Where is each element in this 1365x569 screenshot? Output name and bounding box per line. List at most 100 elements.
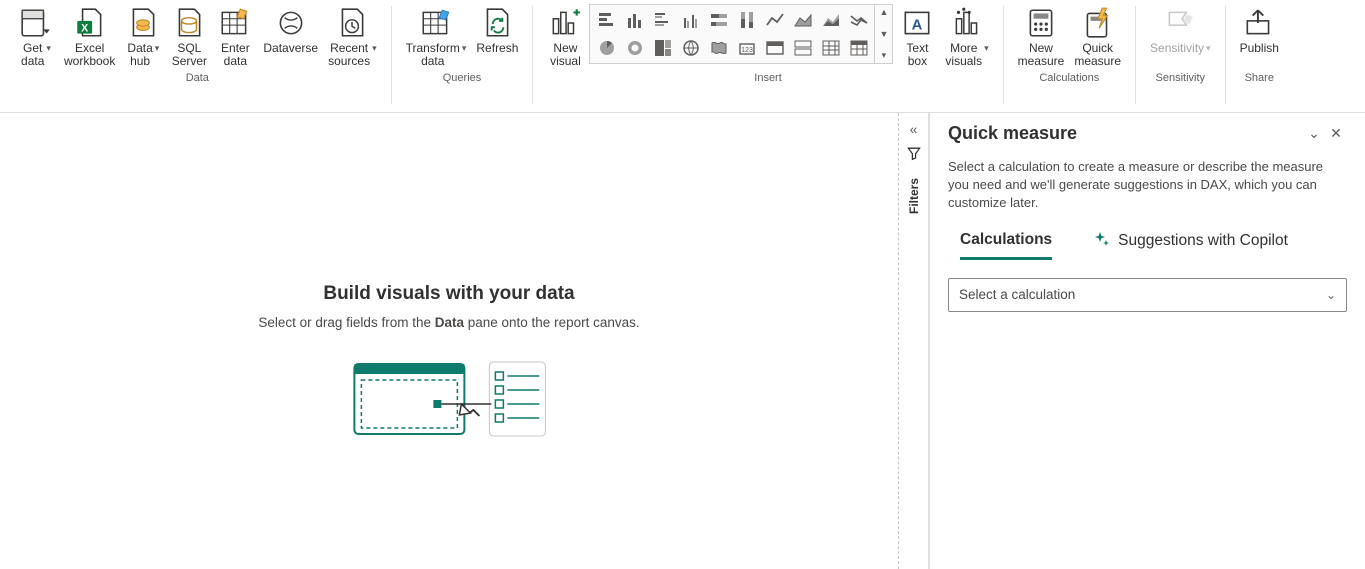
data-hub-button[interactable]: Data hub: [121, 2, 165, 70]
placeholder-title: Build visuals with your data: [258, 283, 639, 305]
report-canvas[interactable]: Build visuals with your data Select or d…: [0, 113, 899, 569]
new-measure-button[interactable]: New measure: [1014, 2, 1069, 70]
scroll-down-icon[interactable]: ▼: [879, 27, 888, 41]
ribbon: Get data X Excel workbook Data hub SQL S…: [0, 0, 1365, 113]
more-visuals-button[interactable]: More visuals: [941, 2, 992, 70]
dataverse-label: Dataverse: [263, 42, 318, 70]
recent-sources-button[interactable]: Recent sources: [324, 2, 381, 70]
viz-stacked-area-icon[interactable]: [820, 9, 842, 31]
viz-filled-map-icon[interactable]: [708, 37, 730, 59]
ribbon-separator: [1003, 6, 1004, 104]
viz-stacked-column-icon[interactable]: [624, 9, 646, 31]
viz-gallery-scroll[interactable]: ▲ ▼ ▾: [874, 5, 892, 63]
quick-measure-icon: [1081, 6, 1115, 40]
text-box-label: Text box: [906, 42, 928, 70]
enter-data-button[interactable]: Enter data: [213, 2, 257, 70]
ribbon-group-insert: New visual: [537, 2, 998, 112]
viz-clustered-bar-icon[interactable]: [652, 9, 674, 31]
recent-sources-label: Recent sources: [328, 42, 370, 68]
ribbon-separator: [1135, 6, 1136, 104]
get-data-button[interactable]: Get data: [14, 2, 58, 70]
publish-button[interactable]: Publish: [1236, 2, 1283, 70]
group-label-queries: Queries: [443, 72, 482, 84]
viz-multirow-card-icon[interactable]: [792, 37, 814, 59]
collapse-icon[interactable]: ⌄: [1303, 125, 1325, 142]
calculation-select[interactable]: Select a calculation ⌄: [948, 278, 1347, 312]
viz-pie-icon[interactable]: [596, 37, 618, 59]
ribbon-separator: [532, 6, 533, 104]
pane-title: Quick measure: [948, 123, 1303, 144]
more-visuals-label: More visuals: [945, 42, 982, 68]
quick-measure-button[interactable]: Quick measure: [1070, 2, 1125, 70]
refresh-button[interactable]: Refresh: [472, 2, 522, 70]
viz-card-icon[interactable]: [764, 37, 786, 59]
more-visuals-icon: [950, 6, 984, 40]
tab-calculations[interactable]: Calculations: [960, 231, 1052, 260]
new-measure-icon: [1024, 6, 1058, 40]
new-visual-button[interactable]: New visual: [543, 2, 587, 70]
placeholder-subtitle: Select or drag fields from the Data pane…: [258, 315, 639, 330]
transform-data-button[interactable]: Transform data: [402, 2, 471, 70]
transform-data-label: Transform data: [406, 42, 460, 68]
excel-workbook-button[interactable]: X Excel workbook: [60, 2, 119, 70]
viz-100-stacked-column-icon[interactable]: [736, 9, 758, 31]
scroll-more-icon[interactable]: ▾: [882, 48, 887, 63]
viz-donut-icon[interactable]: [624, 37, 646, 59]
tab-suggestions[interactable]: Suggestions with Copilot: [1094, 231, 1288, 260]
refresh-icon: [480, 6, 514, 40]
excel-icon: X: [73, 6, 107, 40]
group-label-sensitivity: Sensitivity: [1156, 72, 1206, 84]
pane-tabs: Calculations Suggestions with Copilot: [948, 231, 1347, 260]
placeholder-illustration: [349, 354, 549, 444]
close-icon[interactable]: ✕: [1325, 125, 1347, 142]
transform-data-icon: [419, 6, 453, 40]
ribbon-separator: [1225, 6, 1226, 104]
quick-measure-label: Quick measure: [1074, 42, 1121, 70]
viz-100-stacked-bar-icon[interactable]: [708, 9, 730, 31]
canvas-placeholder: Build visuals with your data Select or d…: [258, 283, 639, 444]
text-box-button[interactable]: A Text box: [895, 2, 939, 70]
sql-server-icon: [172, 6, 206, 40]
sql-server-button[interactable]: SQL Server: [167, 2, 211, 70]
viz-area-icon[interactable]: [792, 9, 814, 31]
viz-ribbon-icon[interactable]: [848, 9, 870, 31]
svg-text:A: A: [912, 17, 923, 33]
chevron-down-icon: ⌄: [1326, 288, 1336, 302]
filters-rail: « Filters: [899, 113, 929, 569]
viz-stacked-bar-icon[interactable]: [596, 9, 618, 31]
filters-rail-label[interactable]: Filters: [907, 178, 921, 214]
quick-measure-pane: Quick measure ⌄ ✕ Select a calculation t…: [929, 113, 1365, 569]
ribbon-group-share: Publish Share: [1230, 2, 1289, 112]
viz-treemap-icon[interactable]: [652, 37, 674, 59]
viz-gauge-icon[interactable]: 123: [736, 37, 758, 59]
calculation-select-placeholder: Select a calculation: [959, 287, 1075, 302]
publish-label: Publish: [1240, 42, 1279, 70]
visualization-gallery[interactable]: 123 ▲ ▼ ▾: [589, 4, 893, 64]
pane-description: Select a calculation to create a measure…: [948, 158, 1347, 213]
sql-server-label: SQL Server: [172, 42, 207, 70]
ribbon-group-queries: Transform data Refresh Queries: [396, 2, 529, 112]
tab-suggestions-label: Suggestions with Copilot: [1118, 232, 1288, 250]
data-hub-icon: [126, 6, 160, 40]
scroll-up-icon[interactable]: ▲: [879, 5, 888, 19]
copilot-sparkle-icon: [1094, 231, 1110, 252]
svg-text:X: X: [81, 23, 88, 35]
viz-matrix-icon[interactable]: [848, 37, 870, 59]
excel-workbook-label: Excel workbook: [64, 42, 115, 70]
viz-table-icon[interactable]: [820, 37, 842, 59]
svg-text:123: 123: [742, 47, 754, 54]
filters-icon[interactable]: [906, 145, 922, 166]
dataverse-icon: [274, 6, 308, 40]
viz-clustered-column-icon[interactable]: [680, 9, 702, 31]
sensitivity-button: Sensitivity: [1146, 2, 1215, 70]
publish-icon: [1242, 6, 1276, 40]
viz-line-icon[interactable]: [764, 9, 786, 31]
dataverse-button[interactable]: Dataverse: [259, 2, 322, 70]
expand-rail-icon[interactable]: «: [910, 121, 918, 137]
database-icon: [19, 6, 53, 40]
ribbon-group-calculations: New measure Quick measure Calculations: [1008, 2, 1131, 112]
viz-map-icon[interactable]: [680, 37, 702, 59]
pane-header: Quick measure ⌄ ✕: [948, 123, 1347, 144]
text-box-icon: A: [900, 6, 934, 40]
tab-calculations-label: Calculations: [960, 231, 1052, 249]
